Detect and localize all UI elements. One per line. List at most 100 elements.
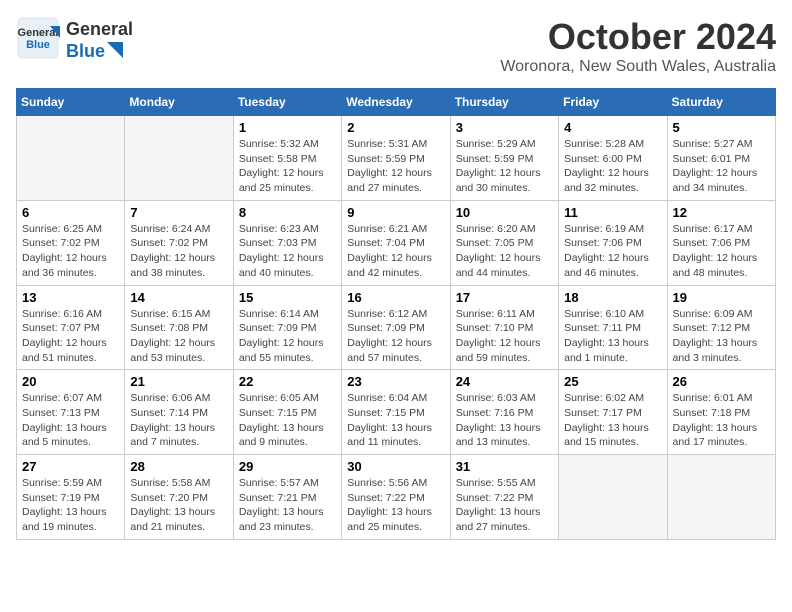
day-detail: Sunrise: 6:23 AMSunset: 7:03 PMDaylight:… <box>239 222 336 281</box>
calendar-cell: 16 Sunrise: 6:12 AMSunset: 7:09 PMDayligh… <box>342 285 450 370</box>
day-number: 8 <box>239 205 336 220</box>
day-of-week-header: Thursday <box>450 89 558 116</box>
calendar-week-row: 27Sunrise: 5:59 AMSunset: 7:19 PMDayligh… <box>17 455 776 540</box>
day-detail: Sunrise: 6:07 AMSunset: 7:13 PMDaylight:… <box>22 391 119 450</box>
calendar-cell: 7 Sunrise: 6:24 AMSunset: 7:02 PMDaylight… <box>125 200 233 285</box>
day-of-week-header: Sunday <box>17 89 125 116</box>
day-number: 2 <box>347 120 444 135</box>
calendar-cell: 9 Sunrise: 6:21 AMSunset: 7:04 PMDaylight… <box>342 200 450 285</box>
day-detail: Sunrise: 6:14 AMSunset: 7:09 PMDaylight:… <box>239 307 336 366</box>
day-number: 30 <box>347 459 444 474</box>
calendar-week-row: 6 Sunrise: 6:25 AMSunset: 7:02 PMDaylight… <box>17 200 776 285</box>
day-detail: Sunrise: 5:29 AMSunset: 5:59 PMDaylight:… <box>456 137 553 196</box>
calendar-cell: 20 Sunrise: 6:07 AMSunset: 7:13 PMDayligh… <box>17 370 125 455</box>
day-detail: Sunrise: 6:24 AMSunset: 7:02 PMDaylight:… <box>130 222 227 281</box>
day-detail: Sunrise: 6:17 AMSunset: 7:06 PMDaylight:… <box>673 222 770 281</box>
calendar-cell: 30 Sunrise: 5:56 AMSunset: 7:22 PMDayligh… <box>342 455 450 540</box>
day-detail: Sunrise: 6:01 AMSunset: 7:18 PMDaylight:… <box>673 391 770 450</box>
day-of-week-header: Saturday <box>667 89 775 116</box>
calendar-week-row: 20 Sunrise: 6:07 AMSunset: 7:13 PMDayligh… <box>17 370 776 455</box>
day-detail: Sunrise: 6:05 AMSunset: 7:15 PMDaylight:… <box>239 391 336 450</box>
day-detail: Sunrise: 6:12 AMSunset: 7:09 PMDaylight:… <box>347 307 444 366</box>
svg-text:Blue: Blue <box>26 39 50 51</box>
day-number: 9 <box>347 205 444 220</box>
day-detail: Sunrise: 6:21 AMSunset: 7:04 PMDaylight:… <box>347 222 444 281</box>
day-number: 7 <box>130 205 227 220</box>
calendar-week-row: 13Sunrise: 6:16 AMSunset: 7:07 PMDayligh… <box>17 285 776 370</box>
day-number: 10 <box>456 205 553 220</box>
day-detail: Sunrise: 5:58 AMSunset: 7:20 PMDaylight:… <box>130 476 227 535</box>
calendar-cell: 21 Sunrise: 6:06 AMSunset: 7:14 PMDayligh… <box>125 370 233 455</box>
calendar-cell: 2Sunrise: 5:31 AMSunset: 5:59 PMDaylight… <box>342 116 450 201</box>
day-detail: Sunrise: 5:28 AMSunset: 6:00 PMDaylight:… <box>564 137 661 196</box>
calendar-cell: 24 Sunrise: 6:03 AMSunset: 7:16 PMDayligh… <box>450 370 558 455</box>
day-number: 3 <box>456 120 553 135</box>
day-detail: Sunrise: 5:56 AMSunset: 7:22 PMDaylight:… <box>347 476 444 535</box>
day-number: 6 <box>22 205 119 220</box>
calendar-header-row: SundayMondayTuesdayWednesdayThursdayFrid… <box>17 89 776 116</box>
day-detail: Sunrise: 6:09 AMSunset: 7:12 PMDaylight:… <box>673 307 770 366</box>
day-number: 28 <box>130 459 227 474</box>
day-detail: Sunrise: 5:55 AMSunset: 7:22 PMDaylight:… <box>456 476 553 535</box>
day-detail: Sunrise: 6:10 AMSunset: 7:11 PMDaylight:… <box>564 307 661 366</box>
calendar-cell: 18Sunrise: 6:10 AMSunset: 7:11 PMDayligh… <box>559 285 667 370</box>
calendar-cell: 23Sunrise: 6:04 AMSunset: 7:15 PMDayligh… <box>342 370 450 455</box>
calendar-cell: 13Sunrise: 6:16 AMSunset: 7:07 PMDayligh… <box>17 285 125 370</box>
day-detail: Sunrise: 6:02 AMSunset: 7:17 PMDaylight:… <box>564 391 661 450</box>
calendar-week-row: 1Sunrise: 5:32 AMSunset: 5:58 PMDaylight… <box>17 116 776 201</box>
day-detail: Sunrise: 5:57 AMSunset: 7:21 PMDaylight:… <box>239 476 336 535</box>
calendar-cell: 14 Sunrise: 6:15 AMSunset: 7:08 PMDayligh… <box>125 285 233 370</box>
day-detail: Sunrise: 6:15 AMSunset: 7:08 PMDaylight:… <box>130 307 227 366</box>
day-detail: Sunrise: 5:27 AMSunset: 6:01 PMDaylight:… <box>673 137 770 196</box>
day-detail: Sunrise: 6:25 AMSunset: 7:02 PMDaylight:… <box>22 222 119 281</box>
logo-icon: General Blue <box>16 16 60 65</box>
day-number: 24 <box>456 374 553 389</box>
logo: General Blue General Blue <box>16 16 133 65</box>
title-block: October 2024 Woronora, New South Wales, … <box>500 16 776 76</box>
day-number: 12 <box>673 205 770 220</box>
day-number: 4 <box>564 120 661 135</box>
calendar-cell: 10 Sunrise: 6:20 AMSunset: 7:05 PMDayligh… <box>450 200 558 285</box>
page-header: General Blue General Blue October 2024 W… <box>16 16 776 76</box>
calendar-cell: 31 Sunrise: 5:55 AMSunset: 7:22 PMDayligh… <box>450 455 558 540</box>
calendar-cell: 6 Sunrise: 6:25 AMSunset: 7:02 PMDaylight… <box>17 200 125 285</box>
day-number: 21 <box>130 374 227 389</box>
day-number: 15 <box>239 290 336 305</box>
calendar-cell: 19 Sunrise: 6:09 AMSunset: 7:12 PMDayligh… <box>667 285 775 370</box>
day-number: 20 <box>22 374 119 389</box>
calendar-cell: 22 Sunrise: 6:05 AMSunset: 7:15 PMDayligh… <box>233 370 341 455</box>
day-number: 1 <box>239 120 336 135</box>
calendar-cell <box>17 116 125 201</box>
month-year-title: October 2024 <box>500 16 776 58</box>
day-of-week-header: Wednesday <box>342 89 450 116</box>
day-number: 16 <box>347 290 444 305</box>
calendar-cell: 25Sunrise: 6:02 AMSunset: 7:17 PMDayligh… <box>559 370 667 455</box>
day-detail: Sunrise: 6:20 AMSunset: 7:05 PMDaylight:… <box>456 222 553 281</box>
calendar-cell: 12 Sunrise: 6:17 AMSunset: 7:06 PMDayligh… <box>667 200 775 285</box>
day-number: 14 <box>130 290 227 305</box>
day-detail: Sunrise: 6:19 AMSunset: 7:06 PMDaylight:… <box>564 222 661 281</box>
calendar-cell <box>667 455 775 540</box>
location-subtitle: Woronora, New South Wales, Australia <box>500 58 776 76</box>
calendar-cell: 1Sunrise: 5:32 AMSunset: 5:58 PMDaylight… <box>233 116 341 201</box>
day-number: 29 <box>239 459 336 474</box>
day-of-week-header: Monday <box>125 89 233 116</box>
day-detail: Sunrise: 6:06 AMSunset: 7:14 PMDaylight:… <box>130 391 227 450</box>
day-number: 17 <box>456 290 553 305</box>
day-number: 19 <box>673 290 770 305</box>
calendar-cell: 17Sunrise: 6:11 AMSunset: 7:10 PMDayligh… <box>450 285 558 370</box>
logo-text: General Blue <box>66 19 133 62</box>
day-number: 31 <box>456 459 553 474</box>
calendar-cell: 3 Sunrise: 5:29 AMSunset: 5:59 PMDaylight… <box>450 116 558 201</box>
calendar-cell: 27Sunrise: 5:59 AMSunset: 7:19 PMDayligh… <box>17 455 125 540</box>
day-detail: Sunrise: 6:04 AMSunset: 7:15 PMDaylight:… <box>347 391 444 450</box>
logo-blue: Blue <box>66 41 105 63</box>
calendar-cell: 5 Sunrise: 5:27 AMSunset: 6:01 PMDaylight… <box>667 116 775 201</box>
day-of-week-header: Friday <box>559 89 667 116</box>
day-detail: Sunrise: 6:03 AMSunset: 7:16 PMDaylight:… <box>456 391 553 450</box>
calendar-cell: 29 Sunrise: 5:57 AMSunset: 7:21 PMDayligh… <box>233 455 341 540</box>
day-number: 22 <box>239 374 336 389</box>
calendar-cell: 11Sunrise: 6:19 AMSunset: 7:06 PMDayligh… <box>559 200 667 285</box>
day-number: 5 <box>673 120 770 135</box>
day-number: 26 <box>673 374 770 389</box>
